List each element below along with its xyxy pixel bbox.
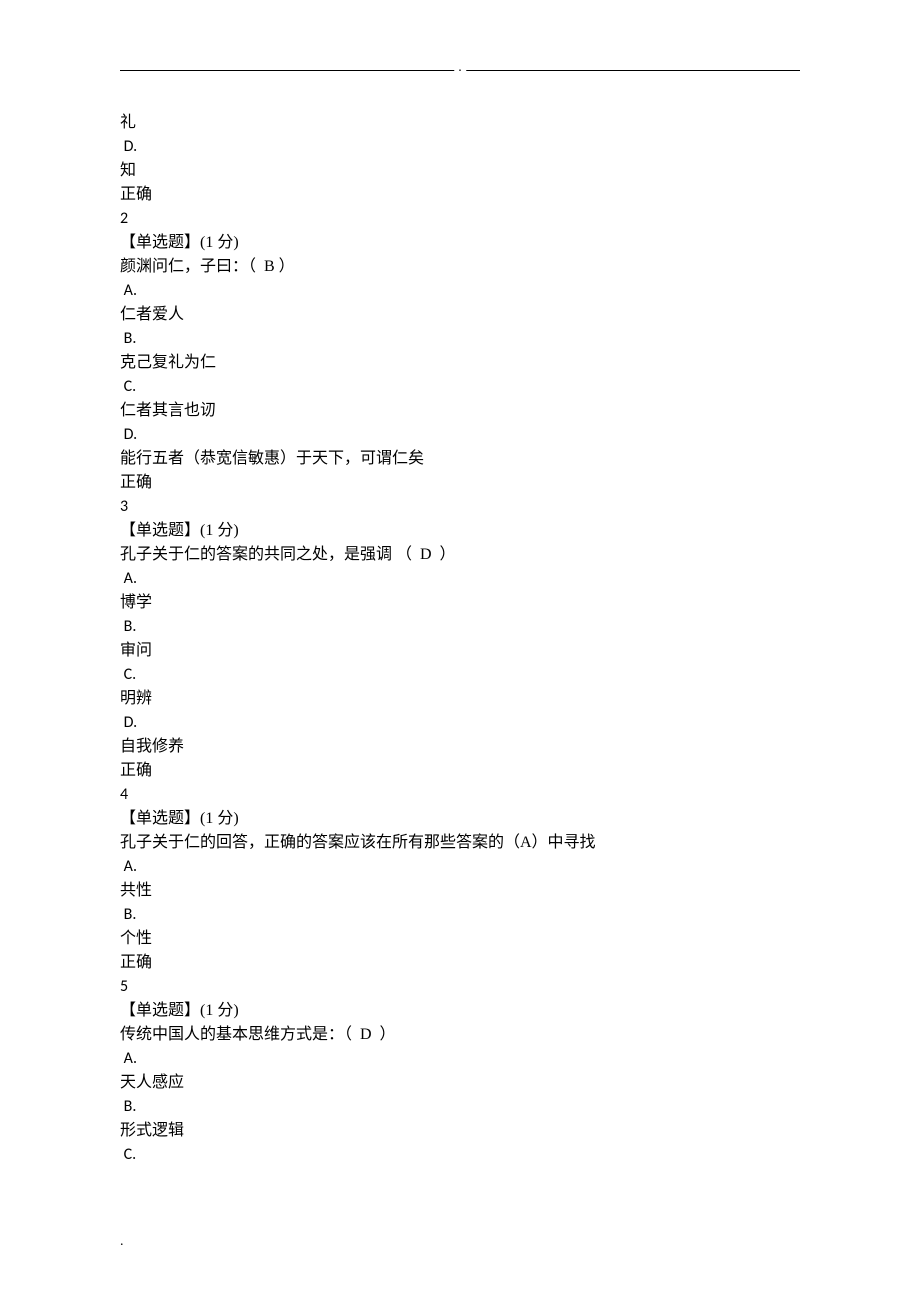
text-line: 知	[120, 159, 800, 183]
footer-dot: .	[120, 1231, 124, 1252]
text-line: D.	[120, 135, 800, 159]
text-line: 【单选题】(1 分)	[120, 519, 800, 543]
text-line: D.	[120, 711, 800, 735]
text-line: 【单选题】(1 分)	[120, 999, 800, 1023]
header-dot: .	[454, 57, 466, 78]
text-line: 天人感应	[120, 1071, 800, 1095]
text-line: 克己复礼为仁	[120, 351, 800, 375]
text-line: 明辨	[120, 687, 800, 711]
text-line: B.	[120, 327, 800, 351]
text-line: 孔子关于仁的答案的共同之处，是强调 （ D ）	[120, 543, 800, 567]
text-line: C.	[120, 375, 800, 399]
text-line: 共性	[120, 879, 800, 903]
header-rule: .	[120, 70, 800, 71]
text-line: 仁者爱人	[120, 303, 800, 327]
text-line: A.	[120, 567, 800, 591]
text-line: 礼	[120, 111, 800, 135]
text-line: 正确	[120, 759, 800, 783]
text-line: 正确	[120, 951, 800, 975]
text-line: 审问	[120, 639, 800, 663]
text-line: 自我修养	[120, 735, 800, 759]
text-line: 能行五者（恭宽信敏惠）于天下，可谓仁矣	[120, 447, 800, 471]
text-line: A.	[120, 279, 800, 303]
text-line: B.	[120, 903, 800, 927]
text-line: 4	[120, 783, 800, 807]
text-line: A.	[120, 855, 800, 879]
text-line: 【单选题】(1 分)	[120, 231, 800, 255]
text-line: 仁者其言也讱	[120, 399, 800, 423]
text-line: C.	[120, 663, 800, 687]
text-line: A.	[120, 1047, 800, 1071]
text-line: 【单选题】(1 分)	[120, 807, 800, 831]
text-line: 博学	[120, 591, 800, 615]
text-line: C.	[120, 1143, 800, 1167]
text-line: D.	[120, 423, 800, 447]
text-line: 传统中国人的基本思维方式是：（ D ）	[120, 1023, 800, 1047]
text-line: B.	[120, 1095, 800, 1119]
text-line: 颜渊问仁，子曰：（ B ）	[120, 255, 800, 279]
text-line: 正确	[120, 183, 800, 207]
text-line: 形式逻辑	[120, 1119, 800, 1143]
text-line: 3	[120, 495, 800, 519]
document-body: 礼 D.知正确2【单选题】(1 分)颜渊问仁，子曰：（ B ） A.仁者爱人 B…	[120, 111, 800, 1167]
text-line: B.	[120, 615, 800, 639]
text-line: 2	[120, 207, 800, 231]
text-line: 孔子关于仁的回答，正确的答案应该在所有那些答案的（A）中寻找	[120, 831, 800, 855]
text-line: 5	[120, 975, 800, 999]
text-line: 个性	[120, 927, 800, 951]
text-line: 正确	[120, 471, 800, 495]
document-page: . 礼 D.知正确2【单选题】(1 分)颜渊问仁，子曰：（ B ） A.仁者爱人…	[0, 0, 920, 1302]
